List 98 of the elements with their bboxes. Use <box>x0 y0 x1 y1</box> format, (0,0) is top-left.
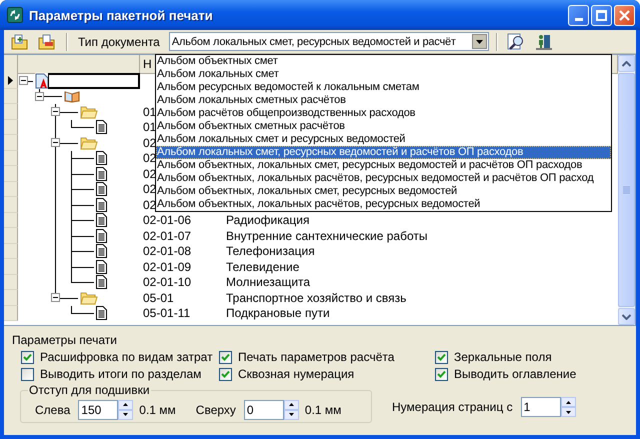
dropdown-option[interactable]: Альбом локальных смет, ресурсных ведомостей и расчётов ОП расходов <box>156 146 611 159</box>
folder-remove-icon <box>38 34 56 50</box>
field-label: Слева <box>35 402 70 416</box>
minimize-icon <box>574 18 582 20</box>
checkbox[interactable] <box>219 350 232 364</box>
exit-icon <box>534 32 553 50</box>
checkbox-label: Выводить оглавление <box>454 367 576 381</box>
code-cell: 02-01-10 <box>143 275 192 290</box>
checkbox[interactable] <box>21 350 34 364</box>
collapse-icon[interactable] <box>35 92 44 101</box>
code-cell: 02-01-07 <box>143 228 192 243</box>
name-cell: Транспортное хозяйство и связь <box>226 290 406 305</box>
checkbox-label: Печать параметров расчёта <box>238 350 394 364</box>
checkbox-label: Выводить итоги по разделам <box>40 367 202 381</box>
document-icon <box>35 72 49 89</box>
code-cell: 05-01 <box>143 290 174 305</box>
app-icon <box>7 7 23 23</box>
code-cell: 02-01-06 <box>143 213 192 228</box>
dropdown-option[interactable]: Альбом объектных, локальных смет, ресурсных ведомостей и расчётов ОП расходов <box>156 159 611 172</box>
name-cell: Молниезащита <box>226 275 310 290</box>
checkbox[interactable] <box>435 368 448 380</box>
dropdown-option[interactable]: Альбом объектных сметных расчётов <box>156 120 611 133</box>
checkbox[interactable] <box>435 350 448 364</box>
scroll-down-button[interactable] <box>618 308 635 325</box>
code-cell: 02 <box>143 166 156 181</box>
spin-up-button[interactable] <box>284 400 299 410</box>
up-arrow-icon <box>566 400 571 404</box>
number-field[interactable]: 0 <box>244 400 284 420</box>
caret-icon <box>476 40 483 44</box>
folder-icon <box>80 136 98 150</box>
folder-add-icon <box>11 34 29 50</box>
unit-label: 0.1 мм <box>304 402 342 416</box>
document-type-label: Тип документа <box>78 34 160 48</box>
document-type-combo[interactable]: Альбом локальных смет, ресурсных ведомостей и расчёт <box>168 32 489 51</box>
folder-icon <box>80 104 98 119</box>
code-cell: 02 <box>143 151 156 166</box>
grip-icon <box>623 186 630 194</box>
checkbox-label: Сквозная нумерация <box>238 367 354 381</box>
collapse-icon[interactable] <box>51 138 60 148</box>
dropdown-option[interactable]: Альбом ресурсных ведомостей к локальным сметам <box>156 81 611 94</box>
header-cell <box>4 55 18 74</box>
book-icon <box>64 89 80 104</box>
scroll-up-button[interactable] <box>618 55 635 72</box>
down-arrow-icon <box>566 410 571 414</box>
up-arrow-icon <box>123 403 128 406</box>
code-cell: 02 <box>143 198 156 212</box>
dropdown-option[interactable]: Альбом локальных смет и ресурсных ведомостей <box>156 133 611 146</box>
name-cell: Подкрановые пути <box>226 306 330 320</box>
dropdown-option[interactable]: Альбом локальных смет <box>156 68 611 81</box>
close-button[interactable] <box>614 4 635 26</box>
field-label: Сверху <box>196 402 236 416</box>
down-arrow-icon <box>288 413 294 416</box>
section-title: Параметры печати <box>12 333 118 347</box>
dropdown-option[interactable]: Альбом расчётов общепроизводственных расходов <box>156 107 611 120</box>
checkbox[interactable] <box>219 368 232 380</box>
field-label: Нумерация страниц с <box>392 400 513 414</box>
checkbox-label: Расшифровка по видам затрат <box>40 350 213 364</box>
collapse-icon[interactable] <box>19 76 28 86</box>
name-cell: Телефонизация <box>226 244 315 258</box>
code-cell: 02-01-09 <box>143 260 192 274</box>
close-icon <box>619 10 630 20</box>
checkbox[interactable] <box>21 368 34 380</box>
dropdown-option[interactable]: Альбом объектных смет <box>156 55 611 68</box>
dropdown-button[interactable] <box>472 34 487 49</box>
minimize-button[interactable] <box>568 4 589 26</box>
dropdown-option[interactable]: Альбом объектных, локальных расчётов, ресурсных ведомостей и расчётов ОП расход <box>156 172 611 185</box>
number-field[interactable]: 1 <box>520 397 561 417</box>
window-title: Параметры пакетной печати <box>29 8 213 22</box>
spin-down-button[interactable] <box>118 410 134 420</box>
code-cell: 02-01-08 <box>143 244 192 258</box>
code-cell: 02 <box>143 182 156 196</box>
code-cell: 05-01-11 <box>143 306 190 320</box>
collapse-icon[interactable] <box>51 107 60 116</box>
collapse-icon[interactable] <box>51 293 60 302</box>
spin-down-button[interactable] <box>560 407 576 417</box>
spin-up-button[interactable] <box>118 400 134 410</box>
unit-label: 0.1 мм <box>139 402 176 416</box>
name-cell: Внутренние сантехнические работы <box>226 228 428 243</box>
group-title: Отступ для подшивки <box>28 383 151 397</box>
number-field[interactable]: 150 <box>78 400 118 420</box>
down-arrow-icon <box>123 413 128 416</box>
name-edit-field[interactable] <box>48 73 140 88</box>
up-arrow-icon <box>288 403 294 406</box>
name-cell: Телевидение <box>226 260 300 274</box>
checkbox-label: Зеркальные поля <box>454 350 552 364</box>
spin-up-button[interactable] <box>560 397 576 407</box>
row-header[interactable] <box>4 73 18 88</box>
dropdown-option[interactable]: Альбом локальных сметных расчётов <box>156 94 611 107</box>
dropdown-option[interactable]: Альбом объектных, локальных расчётов, ресурсных ведомостей <box>156 198 611 211</box>
dropdown-option[interactable]: Альбом объектных, локальных смет, ресурсных ведомостей <box>156 185 611 198</box>
code-cell: 02 <box>143 136 156 150</box>
maximize-button[interactable] <box>591 4 612 26</box>
code-cell: 01 <box>143 104 156 119</box>
name-cell: Радиофикация <box>226 213 310 228</box>
code-cell: 01 <box>143 120 156 134</box>
current-row-icon <box>8 76 13 85</box>
folder-icon <box>80 290 98 305</box>
maximize-icon <box>596 10 607 20</box>
